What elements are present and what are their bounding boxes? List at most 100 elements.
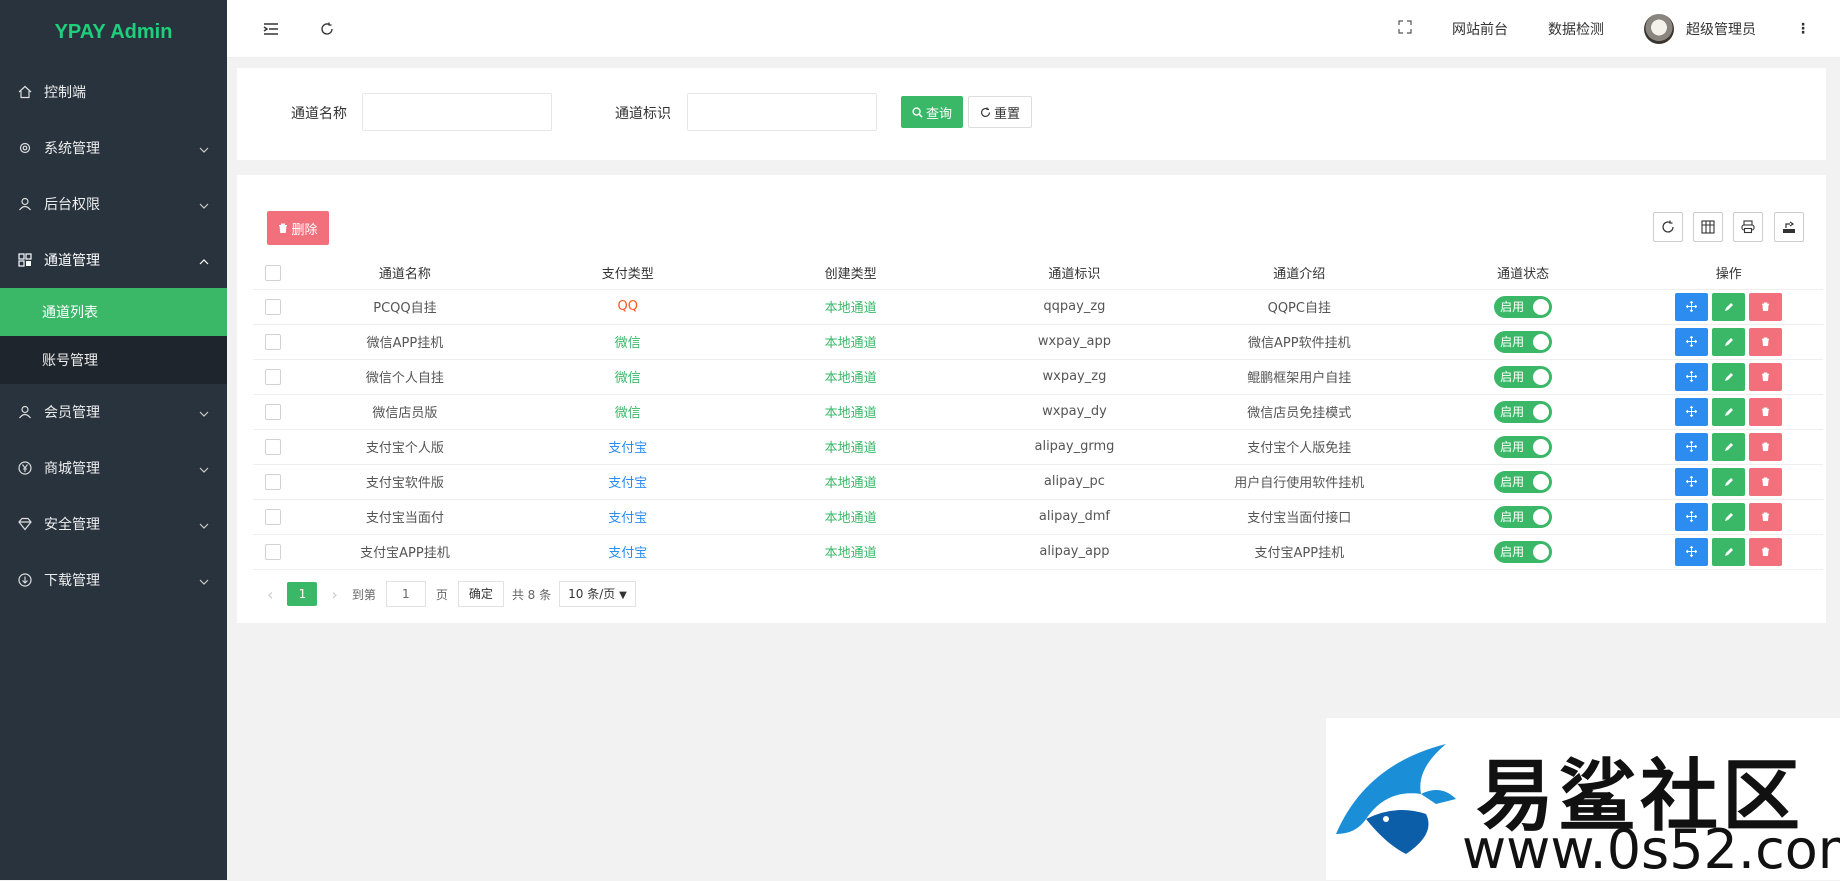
goto-page-input[interactable]: 1 <box>385 581 426 607</box>
pencil-icon <box>1724 477 1733 486</box>
query-button[interactable]: 查询 <box>901 96 963 128</box>
row-checkbox[interactable] <box>265 543 282 560</box>
cell-intro: 鲲鹏框架用户自挂 <box>1186 359 1412 395</box>
move-button[interactable] <box>1675 467 1709 496</box>
status-toggle[interactable]: 启用 <box>1494 470 1553 493</box>
row-checkbox[interactable] <box>265 368 282 385</box>
edit-button[interactable] <box>1712 327 1746 356</box>
per-page-select[interactable]: 10 条/页 ▼ <box>559 581 636 607</box>
delete-label: 删除 <box>291 222 318 238</box>
sidebar-item-dashboard[interactable]: 控制端 <box>0 64 227 120</box>
cell-create-type: 本地通道 <box>739 394 962 430</box>
sidebar-item-channel[interactable]: 通道管理 <box>0 232 227 288</box>
row-checkbox[interactable] <box>265 298 282 315</box>
status-toggle[interactable]: 启用 <box>1494 400 1553 423</box>
sidebar-item-account-manage[interactable]: 账号管理 <box>0 336 227 384</box>
row-checkbox[interactable] <box>265 403 282 420</box>
col-header[interactable]: 操作 <box>1634 257 1823 290</box>
sidebar-item-system[interactable]: 系统管理 <box>0 120 227 176</box>
sidebar-item-label: 通道管理 <box>44 253 100 269</box>
col-header[interactable]: 通道介绍 <box>1186 257 1412 290</box>
status-toggle[interactable]: 启用 <box>1494 365 1553 388</box>
channel-submenu: 通道列表 账号管理 <box>0 288 227 384</box>
refresh-icon[interactable] <box>319 21 335 37</box>
delete-row-button[interactable] <box>1749 537 1783 566</box>
menu-toggle-icon[interactable] <box>263 21 279 37</box>
toggle-knob <box>1533 403 1550 420</box>
prev-page-icon[interactable]: ‹ <box>267 585 273 604</box>
channel-id-input[interactable] <box>687 93 877 131</box>
sidebar-item-shop[interactable]: 商城管理 <box>0 440 227 496</box>
site-frontend-link[interactable]: 网站前台 <box>1452 19 1508 39</box>
sidebar-item-label: 后台权限 <box>44 197 100 213</box>
reset-button[interactable]: 重置 <box>968 96 1032 128</box>
columns-filter-button[interactable] <box>1693 212 1723 242</box>
edit-button[interactable] <box>1712 362 1746 391</box>
move-button[interactable] <box>1675 292 1709 321</box>
delete-row-button[interactable] <box>1749 432 1783 461</box>
more-vertical-icon[interactable]: ⋮ <box>1796 21 1810 37</box>
sidebar-item-member[interactable]: 会员管理 <box>0 384 227 440</box>
cell-create-type: 本地通道 <box>739 499 962 535</box>
cell-intro: 支付宝APP挂机 <box>1186 534 1412 570</box>
user-menu[interactable]: 超级管理员 <box>1644 14 1756 44</box>
col-header[interactable]: 支付类型 <box>516 257 740 290</box>
row-checkbox[interactable] <box>265 473 282 490</box>
pencil-icon <box>1724 302 1733 311</box>
home-icon <box>18 85 32 99</box>
status-label: 启用 <box>1500 440 1525 454</box>
fullscreen-icon[interactable] <box>1398 20 1412 38</box>
delete-row-button[interactable] <box>1749 502 1783 531</box>
sidebar-item-channel-list[interactable]: 通道列表 <box>0 288 227 336</box>
delete-row-button[interactable] <box>1749 292 1783 321</box>
status-label: 启用 <box>1500 510 1525 524</box>
status-toggle[interactable]: 启用 <box>1494 435 1553 458</box>
row-checkbox[interactable] <box>265 438 282 455</box>
move-button[interactable] <box>1675 537 1709 566</box>
edit-button[interactable] <box>1712 432 1746 461</box>
data-check-link[interactable]: 数据检测 <box>1548 19 1604 39</box>
col-header[interactable]: 通道名称 <box>293 257 517 290</box>
status-toggle[interactable]: 启用 <box>1494 540 1553 563</box>
status-toggle[interactable]: 启用 <box>1494 330 1553 353</box>
move-button[interactable] <box>1675 327 1709 356</box>
app-logo[interactable]: YPAY Admin <box>0 0 227 64</box>
delete-row-button[interactable] <box>1749 397 1783 426</box>
delete-button[interactable]: 删除 <box>267 211 329 245</box>
row-checkbox[interactable] <box>265 333 282 350</box>
cell-actions <box>1634 464 1823 500</box>
table-body: PCQQ自挂 QQ 本地通道 qqpay_zg QQPC自挂 启用 微信APP挂机 微信 本地通… <box>253 289 1823 570</box>
print-icon <box>1741 220 1755 234</box>
table-refresh-button[interactable] <box>1653 212 1683 242</box>
edit-button[interactable] <box>1712 502 1746 531</box>
edit-button[interactable] <box>1712 397 1746 426</box>
col-header[interactable]: 创建类型 <box>739 257 962 290</box>
channel-name-input[interactable] <box>362 93 552 131</box>
edit-button[interactable] <box>1712 292 1746 321</box>
next-page-icon[interactable]: › <box>331 585 337 604</box>
sidebar-item-download[interactable]: 下载管理 <box>0 552 227 608</box>
delete-row-button[interactable] <box>1749 327 1783 356</box>
select-all-checkbox[interactable] <box>265 264 282 281</box>
edit-button[interactable] <box>1712 467 1746 496</box>
toggle-knob <box>1533 368 1550 385</box>
print-button[interactable] <box>1733 212 1763 242</box>
status-toggle[interactable]: 启用 <box>1494 505 1553 528</box>
page-current[interactable]: 1 <box>287 582 318 606</box>
col-header[interactable]: 通道标识 <box>962 257 1187 290</box>
sidebar-item-security[interactable]: 安全管理 <box>0 496 227 552</box>
move-button[interactable] <box>1675 397 1709 426</box>
cell-create-type: 本地通道 <box>739 429 962 465</box>
status-toggle[interactable]: 启用 <box>1494 295 1553 318</box>
move-button[interactable] <box>1675 432 1709 461</box>
goto-confirm-button[interactable]: 确定 <box>457 581 504 607</box>
move-button[interactable] <box>1675 502 1709 531</box>
sidebar-item-permission[interactable]: 后台权限 <box>0 176 227 232</box>
export-button[interactable] <box>1774 212 1804 242</box>
delete-row-button[interactable] <box>1749 362 1783 391</box>
col-header[interactable]: 通道状态 <box>1411 257 1635 290</box>
delete-row-button[interactable] <box>1749 467 1783 496</box>
edit-button[interactable] <box>1712 537 1746 566</box>
move-button[interactable] <box>1675 362 1709 391</box>
row-checkbox[interactable] <box>265 508 282 525</box>
